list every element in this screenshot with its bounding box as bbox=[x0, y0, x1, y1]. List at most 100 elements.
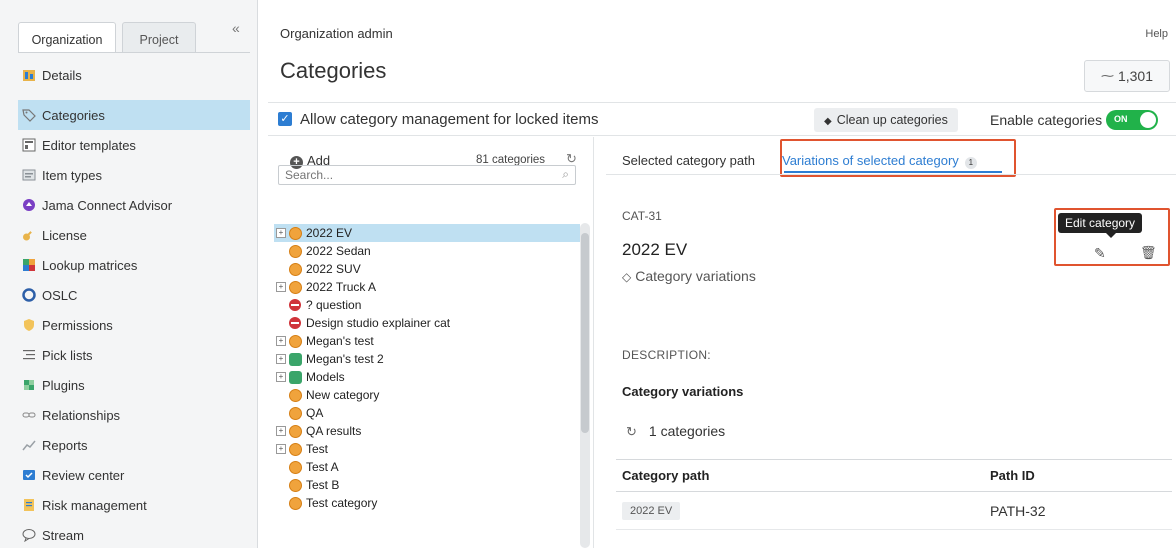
locked-category-icon bbox=[288, 316, 302, 330]
trash-icon[interactable]: 🗑 bbox=[1140, 245, 1157, 261]
tree-item[interactable]: Test B bbox=[274, 476, 580, 494]
main-panel: Organization admin Help Categories ⁓ 1,3… bbox=[268, 0, 1176, 548]
tree-item[interactable]: Test A bbox=[274, 458, 580, 476]
sidebar-item-lookup-matrices[interactable]: Lookup matrices bbox=[18, 250, 250, 280]
sidebar-item-label: Categories bbox=[42, 107, 105, 123]
sidebar-item-reports[interactable]: Reports bbox=[18, 430, 250, 460]
tab-organization[interactable]: Organization bbox=[18, 22, 116, 53]
tree-item-label: New category bbox=[306, 388, 380, 402]
tree-item[interactable]: + Test bbox=[274, 440, 580, 458]
tree-item[interactable]: + 2022 EV bbox=[274, 224, 580, 242]
category-icon bbox=[288, 496, 302, 510]
sidebar-item-pick-lists[interactable]: Pick lists bbox=[18, 340, 250, 370]
tree-item-label: 2022 EV bbox=[306, 226, 353, 240]
sidebar-item-stream[interactable]: Stream bbox=[18, 520, 250, 548]
expand-icon[interactable]: + bbox=[276, 354, 286, 364]
tree-item[interactable]: + Models bbox=[274, 368, 580, 386]
toggle-knob bbox=[1140, 112, 1156, 128]
plugin-icon bbox=[22, 378, 36, 392]
key-icon bbox=[22, 228, 36, 242]
refresh-icon[interactable]: ↻ bbox=[626, 424, 637, 439]
tree-item[interactable]: QA bbox=[274, 404, 580, 422]
help-link[interactable]: Help bbox=[1145, 28, 1168, 40]
enable-categories-toggle[interactable]: ON bbox=[1106, 110, 1158, 130]
category-tree-pane: +Add 81 categories ↻ ⌕ + 2022 EV 2022 Se… bbox=[268, 137, 594, 548]
review-icon bbox=[22, 468, 36, 482]
category-icon bbox=[288, 280, 302, 294]
tree-item[interactable]: + Megan's test bbox=[274, 332, 580, 350]
category-icon bbox=[288, 262, 302, 276]
search-input[interactable] bbox=[279, 166, 539, 184]
sidebar-item-license[interactable]: License bbox=[18, 220, 250, 250]
sidebar-item-risk-management[interactable]: Risk management bbox=[18, 490, 250, 520]
lock-management-checkbox[interactable]: ✓ bbox=[278, 112, 292, 126]
collapse-sidebar-icon[interactable]: « bbox=[232, 20, 240, 36]
variations-count-row: ↻ 1 categories bbox=[626, 423, 725, 440]
tree-item-label: Megan's test bbox=[306, 334, 374, 348]
category-variations-heading: Category variations bbox=[622, 384, 744, 399]
table-row[interactable]: 2022 EV PATH-32 bbox=[616, 491, 1172, 530]
category-variations-label: ◇ Category variations bbox=[622, 268, 756, 284]
tree-item[interactable]: + QA results bbox=[274, 422, 580, 440]
column-header-path-id[interactable]: Path ID bbox=[984, 459, 1172, 492]
activity-count: 1,301 bbox=[1117, 68, 1154, 84]
pencil-icon[interactable]: ✎ bbox=[1094, 245, 1106, 262]
enable-categories-label: Enable categories bbox=[990, 112, 1103, 128]
tree-item[interactable]: 2022 Sedan bbox=[274, 242, 580, 260]
sidebar-item-jama-connect-advisor[interactable]: Jama Connect Advisor bbox=[18, 190, 250, 220]
sidebar-item-label: Relationships bbox=[42, 407, 121, 423]
item-types-icon bbox=[22, 168, 36, 182]
category-id: CAT-31 bbox=[622, 209, 662, 223]
sidebar-item-categories[interactable]: Categories bbox=[18, 100, 250, 130]
sidebar-item-label: OSLC bbox=[42, 287, 78, 303]
tree-item[interactable]: + 2022 Truck A bbox=[274, 278, 580, 296]
sidebar-item-oslc[interactable]: OSLC bbox=[18, 280, 250, 310]
sidebar-item-review-center[interactable]: Review center bbox=[18, 460, 250, 490]
category-icon bbox=[288, 244, 302, 258]
active-tab-underline bbox=[784, 171, 1002, 173]
tree-item[interactable]: ? question bbox=[274, 296, 580, 314]
sidebar-item-label: Reports bbox=[42, 437, 88, 453]
tree-item-label: Test A bbox=[306, 460, 339, 474]
sidebar-item-label: Jama Connect Advisor bbox=[42, 197, 173, 213]
expand-icon[interactable]: + bbox=[276, 372, 286, 382]
expand-icon[interactable]: + bbox=[276, 444, 286, 454]
sidebar-item-plugins[interactable]: Plugins bbox=[18, 370, 250, 400]
tree-item-label: Models bbox=[306, 370, 345, 384]
tree-item[interactable]: 2022 SUV bbox=[274, 260, 580, 278]
sidebar-item-relationships[interactable]: Relationships bbox=[18, 400, 250, 430]
category-icon bbox=[288, 406, 302, 420]
expand-icon[interactable]: + bbox=[276, 426, 286, 436]
expand-icon[interactable]: + bbox=[276, 228, 286, 238]
sidebar-item-permissions[interactable]: Permissions bbox=[18, 310, 250, 340]
table-header-row: Category path Path ID bbox=[616, 459, 1172, 492]
sidebar-item-item-types[interactable]: Item types bbox=[18, 160, 250, 190]
locked-category-icon bbox=[288, 298, 302, 312]
tree-item[interactable]: + Megan's test 2 bbox=[274, 350, 580, 368]
expand-icon[interactable]: + bbox=[276, 336, 286, 346]
search-icon[interactable]: ⌕ bbox=[562, 167, 569, 182]
breadcrumb[interactable]: Organization admin bbox=[280, 26, 393, 41]
tab-project[interactable]: Project bbox=[122, 22, 196, 53]
tree-scrollbar[interactable] bbox=[580, 223, 590, 548]
details-icon bbox=[22, 68, 36, 82]
sidebar-item-editor-templates[interactable]: Editor templates bbox=[18, 130, 250, 160]
activity-button[interactable]: ⁓ 1,301 bbox=[1084, 60, 1170, 92]
clean-up-categories-button[interactable]: ◆ Clean up categories bbox=[814, 108, 958, 132]
tree-item[interactable]: New category bbox=[274, 386, 580, 404]
tree-item[interactable]: Design studio explainer cat bbox=[274, 314, 580, 332]
category-icon bbox=[288, 226, 302, 240]
scrollbar-thumb[interactable] bbox=[581, 233, 589, 433]
expand-icon[interactable]: + bbox=[276, 282, 286, 292]
category-icon bbox=[288, 478, 302, 492]
column-header-category-path[interactable]: Category path bbox=[616, 459, 984, 492]
sidebar-item-label: Lookup matrices bbox=[42, 257, 138, 273]
chart-icon bbox=[22, 438, 36, 452]
tab-selected-category-path[interactable]: Selected category path bbox=[622, 153, 755, 168]
category-path-pill[interactable]: 2022 EV bbox=[622, 502, 681, 520]
sidebar-item-label: Pick lists bbox=[42, 347, 93, 363]
chat-icon bbox=[22, 528, 36, 542]
tree-item[interactable]: Test category bbox=[274, 494, 580, 512]
sidebar-item-details[interactable]: Details bbox=[18, 60, 250, 90]
category-tree: + 2022 EV 2022 Sedan 2022 SUV + 2022 Tru… bbox=[274, 224, 580, 512]
